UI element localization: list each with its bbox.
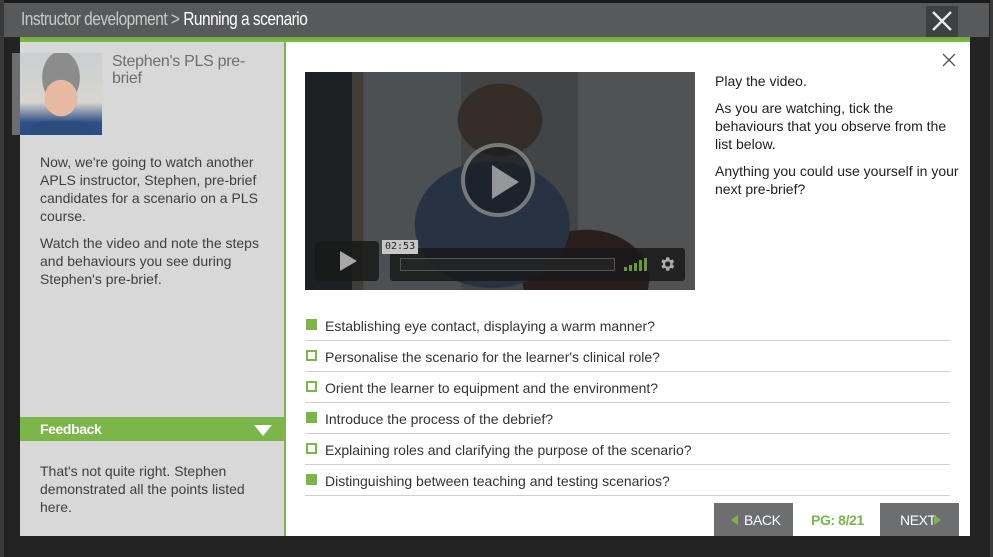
checklist-item-label: Introduce the process of the debrief? [325, 411, 554, 427]
intro-paragraph: Watch the video and note the steps and b… [40, 235, 259, 287]
checklist-item-label: Explaining roles and clarifying the purp… [325, 442, 692, 458]
checklist-item[interactable]: Establishing eye contact, displaying a w… [305, 310, 950, 341]
play-circle-icon[interactable] [461, 143, 535, 217]
checklist-item[interactable]: Distinguishing between teaching and test… [305, 465, 950, 496]
next-button[interactable]: NEXT [880, 503, 959, 536]
close-icon [942, 53, 956, 67]
back-label: BACK [744, 512, 781, 528]
checklist-item-label: Distinguishing between teaching and test… [325, 473, 670, 489]
checkbox-checked[interactable] [306, 474, 317, 485]
window-left-edge [0, 0, 4, 557]
volume-bar [634, 263, 637, 271]
video-controls [390, 248, 685, 281]
breadcrumb-parent[interactable]: Instructor development [21, 9, 168, 29]
play-button[interactable] [315, 241, 379, 281]
checklist-item-label: Orient the learner to equipment and the … [325, 380, 659, 396]
title-bar: Instructor development > Running a scena… [4, 3, 989, 37]
page-indicator: PG: 8/21 [811, 512, 864, 528]
gear-icon[interactable] [658, 255, 676, 273]
volume-bars-icon[interactable] [624, 258, 648, 271]
next-label: NEXT [900, 512, 936, 528]
back-button[interactable]: BACK [714, 503, 793, 536]
volume-bar [629, 265, 632, 271]
volume-bar [624, 267, 627, 271]
left-panel: Stephen's PLS pre-brief Now, we're going… [12, 42, 286, 536]
video-player[interactable]: 02:53 [305, 72, 695, 290]
instruction-paragraph: As you are watching, tick the behaviours… [715, 100, 947, 152]
breadcrumb-current: Running a scenario [183, 9, 308, 29]
volume-bar [644, 258, 647, 271]
instructions: Play the video. As you are watching, tic… [715, 72, 960, 207]
seek-bar[interactable] [400, 258, 615, 271]
avatar [20, 53, 102, 135]
behaviour-checklist: Establishing eye contact, displaying a w… [305, 310, 950, 496]
checkbox-checked[interactable] [306, 319, 317, 330]
right-panel: 02:53 Play the video. As you are watchin… [286, 42, 970, 536]
checkbox-unchecked[interactable] [306, 350, 317, 361]
avatar-shoulders [30, 121, 92, 135]
panel-title: Stephen's PLS pre-brief [112, 53, 245, 87]
instruction-paragraph: Anything you could use yourself in your … [715, 163, 959, 197]
arrow-right-icon [934, 515, 941, 525]
checklist-item[interactable]: Orient the learner to equipment and the … [305, 372, 950, 403]
checklist-item-label: Personalise the scenario for the learner… [325, 349, 660, 365]
breadcrumb-separator: > [167, 9, 184, 29]
time-tooltip: 02:53 [382, 240, 419, 254]
window-close-button[interactable] [926, 6, 958, 37]
checklist-item[interactable]: Explaining roles and clarifying the purp… [305, 434, 950, 465]
checkbox-unchecked[interactable] [306, 381, 317, 392]
close-icon [932, 11, 952, 31]
intro-text: Now, we're going to watch another APLS i… [40, 153, 272, 297]
breadcrumb: Instructor development > Running a scena… [21, 9, 308, 30]
intro-paragraph: Now, we're going to watch another APLS i… [40, 154, 258, 224]
panel-close-button[interactable] [941, 52, 957, 68]
volume-bar [639, 260, 642, 271]
avatar-frame [12, 53, 102, 135]
checkbox-unchecked[interactable] [306, 443, 317, 454]
feedback-text: That's not quite right. Stephen demonstr… [40, 463, 245, 515]
checklist-item[interactable]: Personalise the scenario for the learner… [305, 341, 950, 372]
triangle-down-icon [254, 425, 272, 436]
checkbox-checked[interactable] [306, 412, 317, 423]
arrow-left-icon [731, 515, 738, 525]
feedback-label: Feedback [40, 421, 102, 437]
checklist-item-label: Establishing eye contact, displaying a w… [325, 318, 655, 334]
feedback-toggle[interactable]: Feedback [20, 417, 284, 441]
instruction-paragraph: Play the video. [715, 73, 807, 89]
checklist-item[interactable]: Introduce the process of the debrief? [305, 403, 950, 434]
